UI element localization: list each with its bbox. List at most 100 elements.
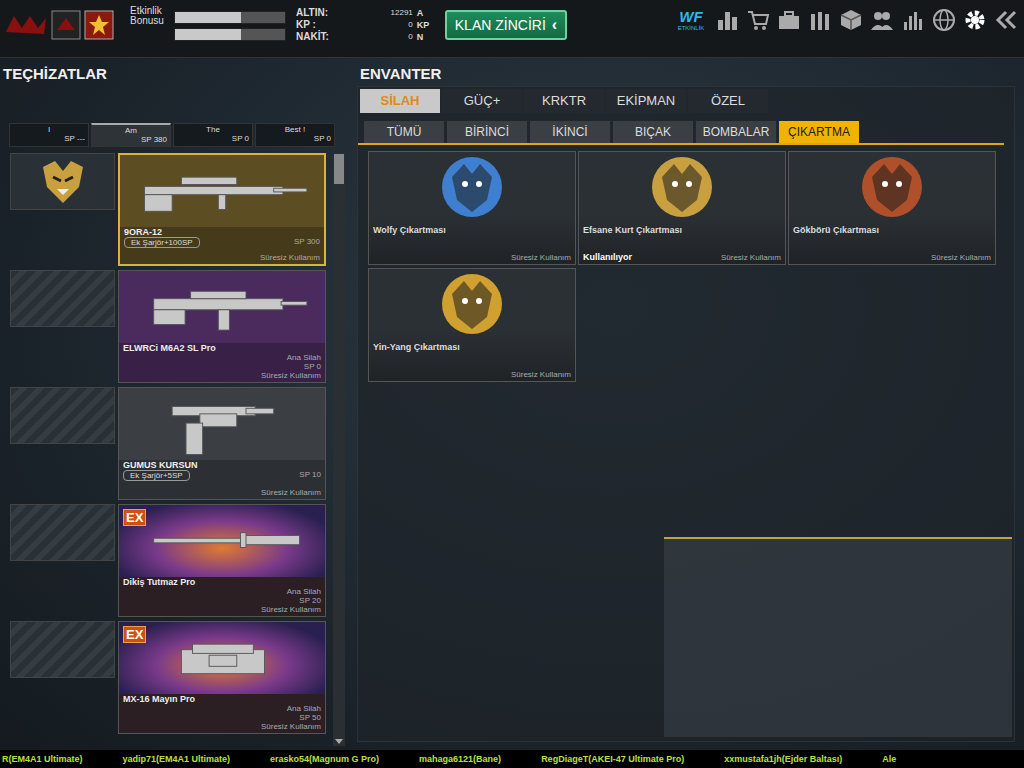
briefcase-icon[interactable] xyxy=(777,8,801,32)
shop-icon[interactable] xyxy=(746,8,770,32)
bonus-bar-fill xyxy=(175,12,241,23)
sticker-slot[interactable] xyxy=(10,387,115,444)
category-tab[interactable]: BİRİNCİ xyxy=(447,121,527,143)
box-icon[interactable] xyxy=(839,8,863,32)
sticker-picture xyxy=(789,152,995,222)
inventory-tab[interactable]: ÖZEL xyxy=(688,89,768,113)
event-button[interactable]: WFETKİNLİK xyxy=(674,9,708,31)
weapon-picture xyxy=(119,271,325,343)
loadout-tab[interactable]: AmSP 380 xyxy=(91,123,171,147)
inventory-tab[interactable]: KRKTR xyxy=(524,89,604,113)
ticker-entry: yadip71(EM4A1 Ultimate) xyxy=(123,754,231,764)
game-screen: Etkinlik BonusuALTIN:12291AKP :0KPNAKİT:… xyxy=(0,0,1024,768)
item-name: Yin-Yang Çıkartması xyxy=(369,339,575,352)
equipment-list: 9ORA-12Ek Şarjör+100SPSP 300Süresiz Kull… xyxy=(0,153,345,746)
weapon-icon xyxy=(119,271,325,343)
equipment-row: EX MX-16 Mayın ProAna SilahSP 50Süresiz K… xyxy=(10,621,329,734)
inventory-item[interactable]: Yin-Yang Çıkartması Süresiz Kullanım xyxy=(368,268,576,382)
inventory-item[interactable]: Gökbörü ÇıkartmasıSüresiz Kullanım xyxy=(788,151,996,265)
wolf-sticker-icon xyxy=(33,157,93,207)
ex-badge: EX xyxy=(123,626,146,643)
weapon-picture: EX xyxy=(119,622,325,694)
item-duration: Süresiz Kullanım xyxy=(511,370,571,379)
card-info: MX-16 Mayın ProAna SilahSP 50Süresiz Kul… xyxy=(119,694,325,733)
category-tab[interactable]: ÇIKARTMA xyxy=(779,121,859,143)
equipment-panel: TEÇHİZATLARISP ---AmSP 380TheSP 0Best !S… xyxy=(0,58,345,750)
bullets-icon[interactable] xyxy=(808,8,832,32)
sticker-icon xyxy=(432,152,512,222)
sticker-slot[interactable] xyxy=(10,621,115,678)
weapon-duration: Süresiz Kullanım xyxy=(124,253,320,262)
item-footer: KullanılıyorSüresiz Kullanım xyxy=(579,252,785,264)
equipment-scrollbar[interactable] xyxy=(333,153,345,746)
clan-emblem-icon[interactable] xyxy=(51,10,81,40)
friends-icon[interactable] xyxy=(870,8,894,32)
card-detail: Ana SilahSP 20 xyxy=(123,587,321,605)
inventory-tab[interactable]: EKİPMAN xyxy=(606,89,686,113)
main-area: TEÇHİZATLARISP ---AmSP 380TheSP 0Best !S… xyxy=(0,58,1024,750)
category-tab[interactable]: BIÇAK xyxy=(613,121,693,143)
sticker-icon xyxy=(642,152,722,222)
inventory-tab[interactable]: GÜÇ+ xyxy=(442,89,522,113)
inventory-tabs: SİLAHGÜÇ+KRKTREKİPMANÖZEL xyxy=(358,89,1014,113)
currency-label: KP : xyxy=(296,19,329,31)
equipment-card[interactable]: EXDikiş Tutmaz ProAna SilahSP 20Süresiz … xyxy=(118,504,326,617)
inventory-panel: ENVANTERSİLAHGÜÇ+KRKTREKİPMANÖZELTÜMÜBİR… xyxy=(345,58,1024,750)
inventory-item[interactable]: Efsane Kurt ÇıkartmasıKullanılıyorSüresi… xyxy=(578,151,786,265)
card-right: SP 300 xyxy=(294,237,320,246)
card-detail: Ana SilahSP 0 xyxy=(123,353,321,371)
loadout-tab[interactable]: Best !SP 0 xyxy=(255,123,335,147)
ticker-entry: xxmustafa1jh(Ejder Baltası) xyxy=(724,754,842,764)
category-tab[interactable]: BOMBALAR xyxy=(696,121,776,143)
event-logo: WF xyxy=(679,9,702,25)
clan-logo-icon[interactable] xyxy=(4,12,48,38)
gear-icon[interactable] xyxy=(963,8,987,32)
equipment-card[interactable]: 9ORA-12Ek Şarjör+100SPSP 300Süresiz Kull… xyxy=(118,153,326,266)
currency-value: 12291 xyxy=(333,7,413,19)
globe-icon[interactable] xyxy=(932,8,956,32)
stats-icon[interactable] xyxy=(901,8,925,32)
sticker-slot[interactable] xyxy=(10,504,115,561)
weapon-picture xyxy=(119,388,325,460)
equipment-row: GUMUS KURSUNEk Şarjör+5SPSP 10Süresiz Ku… xyxy=(10,387,329,500)
item-info-panel xyxy=(664,537,1012,737)
inventory-item[interactable]: Wolfy Çıkartması Süresiz Kullanım xyxy=(368,151,576,265)
ticker-entry: R(EM4A1 Ultimate) xyxy=(2,754,83,764)
back-icon[interactable] xyxy=(994,8,1018,32)
category-tab[interactable]: TÜMÜ xyxy=(364,121,444,143)
item-name: Wolfy Çıkartması xyxy=(369,222,575,235)
scroll-thumb[interactable] xyxy=(334,154,344,184)
scroll-down-icon[interactable] xyxy=(335,739,343,744)
equipment-card[interactable]: GUMUS KURSUNEk Şarjör+5SPSP 10Süresiz Ku… xyxy=(118,387,326,500)
equipment-card[interactable]: EX MX-16 Mayın ProAna SilahSP 50Süresiz K… xyxy=(118,621,326,734)
item-footer: Süresiz Kullanım xyxy=(369,370,575,381)
loadout-sp: SP 0 xyxy=(177,134,249,143)
weapon-name: GUMUS KURSUN xyxy=(123,460,321,470)
equipment-title: TEÇHİZATLAR xyxy=(0,58,345,86)
card-info: ELWRCi M6A2 SL ProAna SilahSP 0Süresiz K… xyxy=(119,343,325,382)
ticker-entry: erasko54(Magnum G Pro) xyxy=(270,754,379,764)
currency-label: NAKİT: xyxy=(296,31,329,43)
equipment-row: EXDikiş Tutmaz ProAna SilahSP 20Süresiz … xyxy=(10,504,329,617)
rank-icon[interactable] xyxy=(84,10,114,40)
inventory-grid: Wolfy ÇıkartmasıSüresiz KullanımEfsane K… xyxy=(358,151,1014,382)
equipment-row: ELWRCi M6A2 SL ProAna SilahSP 0Süresiz K… xyxy=(10,270,329,383)
category-tab[interactable]: İKİNCİ xyxy=(530,121,610,143)
loadout-name: The xyxy=(177,125,249,134)
weapon-icon xyxy=(119,505,325,577)
item-status: Kullanılıyor xyxy=(583,252,632,262)
ranking-icon[interactable] xyxy=(715,8,739,32)
currency-panel: ALTIN:12291AKP :0KPNAKİT:0N xyxy=(286,0,435,43)
clan-chain-button[interactable]: KLAN ZİNCİRİ‹ xyxy=(445,10,567,40)
sticker-slot[interactable] xyxy=(10,270,115,327)
equipment-card[interactable]: ELWRCi M6A2 SL ProAna SilahSP 0Süresiz K… xyxy=(118,270,326,383)
item-footer: Süresiz Kullanım xyxy=(369,253,575,264)
loadout-tab[interactable]: ISP --- xyxy=(9,123,89,147)
sticker-icon xyxy=(432,269,512,339)
weapon-slot-label: Ana Silah xyxy=(287,704,321,713)
attachment-pill: Ek Şarjör+5SP xyxy=(123,470,190,481)
sticker-slot[interactable] xyxy=(10,153,115,210)
weapon-slot-label: Ana Silah xyxy=(287,353,321,362)
loadout-tab[interactable]: TheSP 0 xyxy=(173,123,253,147)
inventory-tab[interactable]: SİLAH xyxy=(360,89,440,113)
